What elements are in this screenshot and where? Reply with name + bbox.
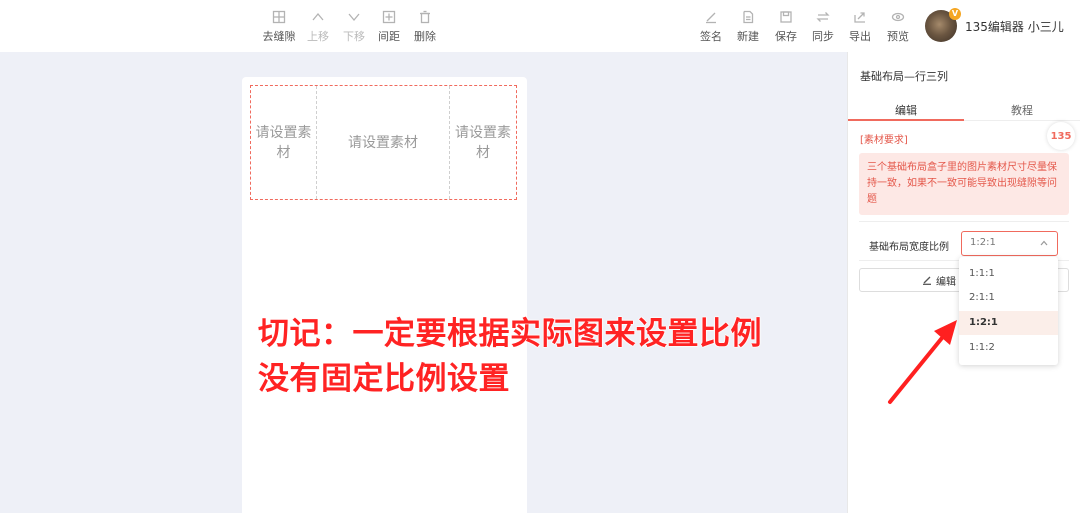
edit-button-label: 编辑 [936,276,956,288]
sync-button[interactable]: 同步 [803,9,843,44]
new-file-icon [740,9,756,25]
save-button[interactable]: 保存 [766,9,806,44]
callout-line-1: 切记：一定要根据实际图来设置比例 [258,316,763,353]
export-button[interactable]: 导出 [840,9,880,44]
vip-badge: V [949,8,961,20]
three-column-layout[interactable]: 请设置素材 请设置素材 请设置素材 [250,85,517,200]
move-up-button[interactable]: 上移 [298,9,338,44]
pen-icon [923,276,931,285]
delete-label: 删除 [414,30,436,43]
new-label: 新建 [737,30,759,43]
chevron-up-icon [310,9,326,25]
chevron-down-icon [346,9,362,25]
spacing-button[interactable]: 间距 [369,9,409,44]
user-name[interactable]: 135编辑器 小三儿 [965,18,1064,35]
width-ratio-label: 基础布局宽度比例 [869,242,949,253]
ratio-dropdown: 1:1:1 2:1:1 1:2:1 1:1:2 [959,257,1058,365]
remove-gap-button[interactable]: 去缝隙 [259,9,299,44]
ratio-option[interactable]: 2:1:1 [959,286,1058,310]
move-down-label: 下移 [343,30,365,43]
grid-icon [271,9,287,25]
sync-icon [815,9,831,25]
export-label: 导出 [849,30,871,43]
layout-cell-left[interactable]: 请设置素材 [251,86,317,199]
panel-title: 基础布局—行三列 [860,70,948,83]
width-ratio-value: 1:2:1 [970,237,996,248]
requirement-notice: 三个基础布局盒子里的图片素材尺寸尽量保持一致，如果不一致可能导致出现缝隙等问题 [859,153,1069,215]
ratio-option-selected[interactable]: 1:2:1 [959,311,1058,335]
brand-logo[interactable]: 135 [1047,122,1075,150]
layout-cell-right[interactable]: 请设置素材 [450,86,516,199]
requirement-label: [素材要求] [860,135,908,146]
pen-icon [703,9,719,25]
top-toolbar: 去缝隙 上移 下移 间距 删除 签名 新建 保存 同步 导出 预览 V 135编… [0,0,1080,52]
tab-tutorial[interactable]: 教程 [964,102,1080,118]
callout-line-2: 没有固定比例设置 [258,361,511,398]
preview-label: 预览 [887,30,909,43]
save-icon [778,9,794,25]
layout-cell-middle[interactable]: 请设置素材 [317,86,450,199]
delete-button[interactable]: 删除 [405,9,445,44]
active-tab-indicator [848,119,964,121]
signature-button[interactable]: 签名 [691,9,731,44]
signature-label: 签名 [700,30,722,43]
move-down-button[interactable]: 下移 [334,9,374,44]
ratio-option[interactable]: 1:1:1 [959,262,1058,286]
chevron-up-icon [1039,238,1049,251]
export-icon [852,9,868,25]
remove-gap-label: 去缝隙 [262,30,296,43]
section-divider [859,221,1069,222]
eye-icon [890,9,906,25]
width-ratio-select[interactable]: 1:2:1 [961,231,1058,256]
new-button[interactable]: 新建 [728,9,768,44]
trash-icon [417,9,433,25]
spacing-icon [381,9,397,25]
move-up-label: 上移 [307,30,329,43]
preview-button[interactable]: 预览 [878,9,918,44]
save-label: 保存 [775,30,797,43]
spacing-label: 间距 [378,30,400,43]
sync-label: 同步 [812,30,834,43]
tab-edit[interactable]: 编辑 [848,102,964,118]
ratio-option[interactable]: 1:1:2 [959,336,1058,360]
